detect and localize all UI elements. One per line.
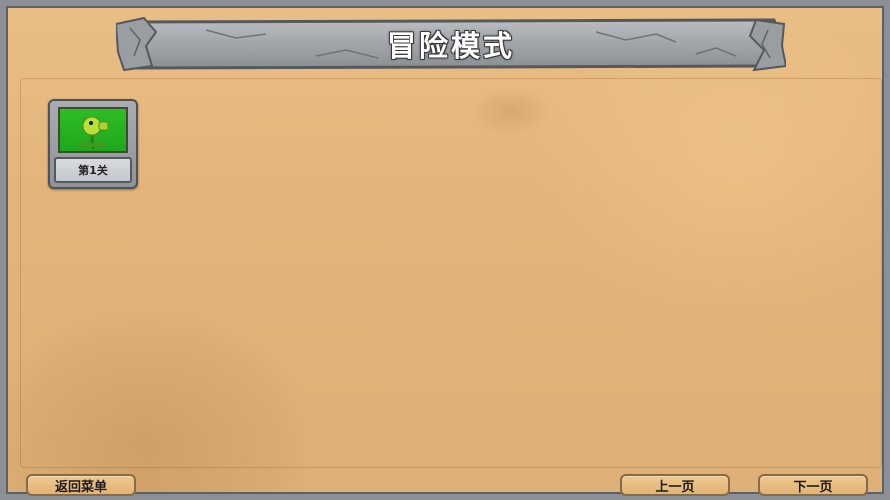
previous-page-button[interactable]: 上一页 <box>620 474 730 496</box>
level-thumbnail <box>58 107 128 153</box>
peashooter-icon <box>78 116 109 150</box>
content-area <box>20 78 882 468</box>
next-page-button[interactable]: 下一页 <box>758 474 868 496</box>
parchment-panel: 冒险模式 第1关 返回菜单 上一页 下一页 <box>0 0 890 500</box>
title-banner: 冒险模式 <box>116 16 786 72</box>
level-label: 第1关 <box>54 157 132 183</box>
level-card-1[interactable]: 第1关 <box>48 99 138 189</box>
page-title: 冒险模式 <box>386 29 515 63</box>
back-to-menu-button[interactable]: 返回菜单 <box>26 474 136 496</box>
